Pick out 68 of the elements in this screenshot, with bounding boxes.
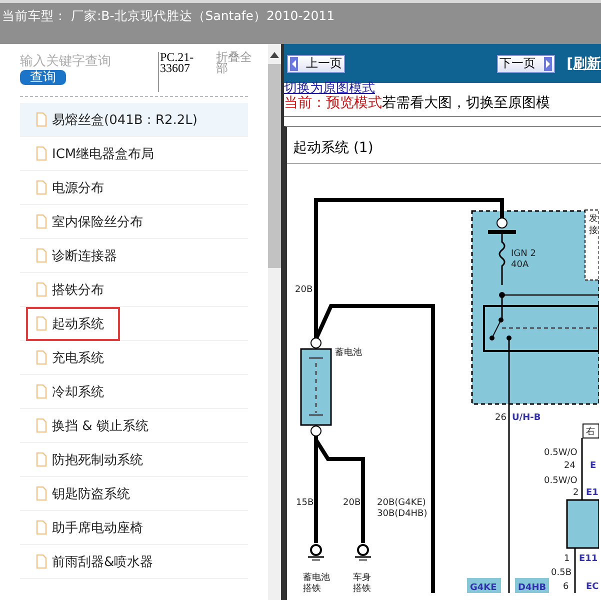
tree-item-label: ICM继电器盒布局 [26, 136, 170, 170]
diagram-label: 车身 [353, 573, 371, 583]
tree-item-label: 前雨刮器&喷水器 [26, 544, 170, 578]
diagram-label: E [590, 461, 596, 471]
mode-status: 当前：预览模式 [284, 95, 382, 111]
tree-item[interactable]: 前雨刮器&喷水器 [20, 545, 248, 579]
tree-item[interactable]: 室内保险丝分布 [20, 205, 248, 239]
refresh-link[interactable]: [刷新 [566, 54, 601, 72]
diagram-label: 0.5W/O [544, 476, 578, 486]
diagram-label: 20B [343, 498, 361, 508]
document-code: PC.21-33607 [158, 52, 212, 92]
diagram-label: 30B(D4HB) [377, 509, 428, 519]
diagram-label: 24 [564, 461, 576, 471]
diagram-label: E11 [579, 554, 598, 564]
diagram-title: 起动系统 (1) [287, 127, 601, 164]
diagram-label: 0.5W/O [544, 448, 578, 458]
diagram-label: 蓄电池 [335, 348, 362, 358]
tree-item[interactable]: 诊断连接器 [20, 239, 248, 273]
diagram-label: 2 [573, 488, 579, 498]
diagram-label: 26 [495, 413, 506, 423]
tree-item-label: 防抱死制动系统 [26, 442, 159, 476]
tree-item-label: 电源分布 [26, 170, 120, 204]
diagram-label: 右 [586, 427, 595, 437]
tree-item-label: 换挡 & 锁止系统 [26, 408, 164, 442]
diagram-label: 发 [589, 214, 598, 224]
diagram-label: 0.5B [551, 568, 572, 578]
tree-item-label: 室内保险丝分布 [26, 204, 159, 238]
search-button[interactable]: 查询 [20, 70, 66, 85]
tree-item[interactable]: 冷却系统 [20, 375, 248, 409]
page-title: 当前车型： 厂家:B-北京现代胜达（Santafe）2010-2011 [2, 8, 335, 23]
diagram-label: U/H-B [512, 413, 541, 423]
diagram-label: 20B [295, 285, 313, 295]
tree-item[interactable]: 易熔丝盒(041B : R2.2L) [20, 103, 248, 137]
tree-item[interactable]: 起动系统 [20, 307, 248, 341]
tree-item-label: 易熔丝盒(041B : R2.2L) [26, 102, 214, 136]
diagram-label: 搭铁 [303, 584, 321, 593]
tree-item-label: 诊断连接器 [26, 238, 133, 272]
tree-item[interactable]: 换挡 & 锁止系统 [20, 409, 248, 443]
diagram-label: 搭铁 [353, 584, 371, 593]
mode-hint: 若需看大图，切换至原图模 [382, 95, 550, 111]
previous-page-button[interactable]: 上一页 [287, 54, 345, 72]
tree-item-label: 钥匙防盗系统 [26, 476, 146, 510]
diagram-label: 15B [296, 498, 314, 508]
tree-item-label: 冷却系统 [26, 374, 120, 408]
diagram-label: 40A [511, 260, 529, 270]
tree-item[interactable]: 充电系统 [20, 341, 248, 375]
tree-item[interactable]: 电源分布 [20, 171, 248, 205]
tree-item-label: 起动系统 [26, 306, 120, 340]
engine-tag: G4KE [467, 578, 501, 593]
tree-item[interactable]: ICM继电器盒布局 [20, 137, 248, 171]
next-page-button[interactable]: 下一页 [496, 54, 555, 72]
tree-item-label: 搭铁分布 [26, 272, 120, 306]
mode-switch-link[interactable]: 切换为原图模式 [284, 83, 601, 94]
diagram-label: 6 [563, 582, 569, 592]
diagram-label: E1 [586, 488, 598, 498]
tree-item[interactable]: 钥匙防盗系统 [20, 477, 248, 511]
diagram-label: IGN 2 [511, 249, 536, 259]
tree-item[interactable]: 搭铁分布 [20, 273, 248, 307]
diagram-label: 蓄电池 [303, 573, 330, 583]
tree-item[interactable]: 助手席电动座椅 [20, 511, 248, 545]
tree-item-label: 充电系统 [26, 340, 120, 374]
diagram-label: EC [586, 582, 599, 592]
tree-item[interactable]: 防抱死制动系统 [20, 443, 248, 477]
diagram-label: 1 [564, 554, 570, 564]
tree-item-label: 助手席电动座椅 [26, 510, 159, 544]
diagram-label: 20B(G4KE) [377, 498, 426, 508]
engine-tag: D4HB [515, 578, 549, 593]
diagram-label: 接 [589, 226, 598, 236]
